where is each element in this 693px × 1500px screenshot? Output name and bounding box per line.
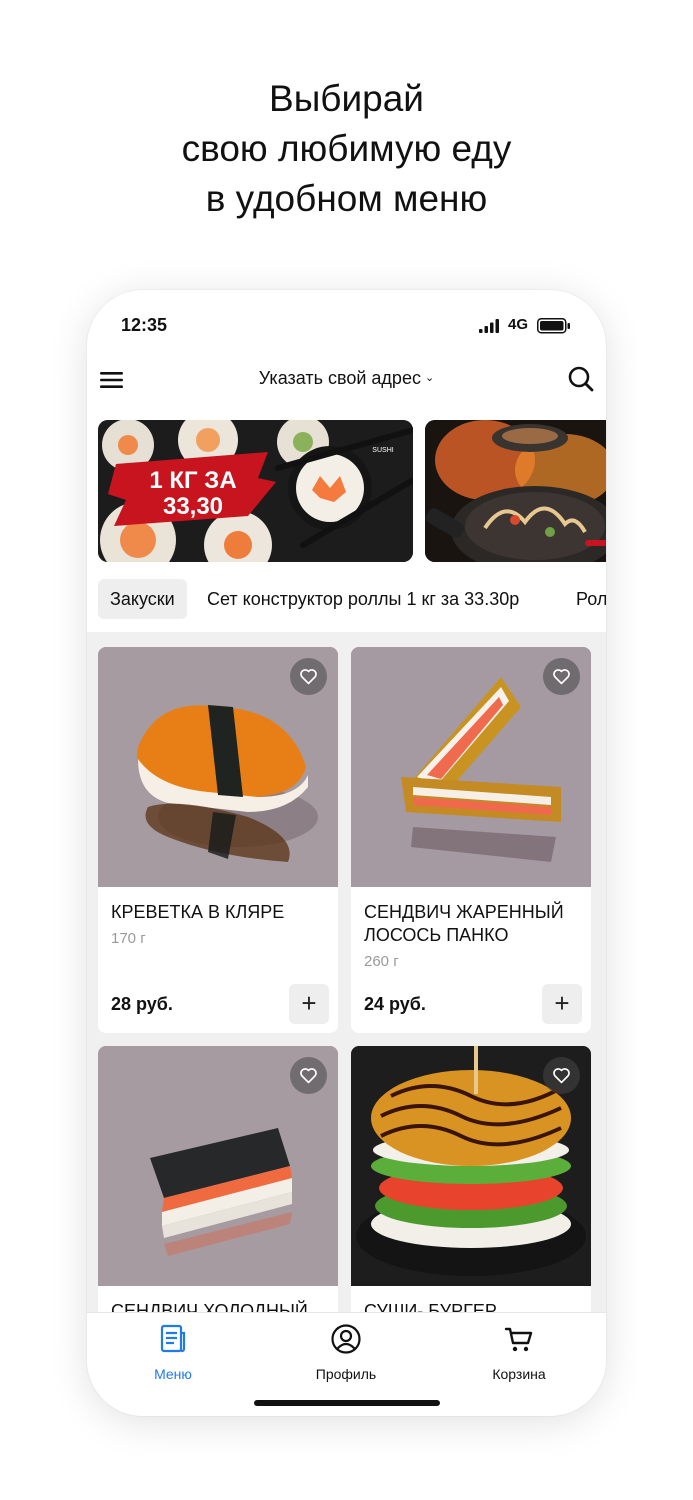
tab-cart-label: Корзина: [492, 1366, 546, 1382]
product-price: 28 руб.: [111, 994, 173, 1014]
product-card[interactable]: СЕНДВИЧ ХОЛОДНЫЙ: [98, 1046, 338, 1312]
favorite-button[interactable]: [290, 1057, 327, 1094]
heart-icon: [553, 1068, 570, 1084]
heart-icon: [553, 669, 570, 685]
product-card[interactable]: СЕНДВИЧ ЖАРЕННЫЙ ЛОСОСЬ ПАНКО 260 г 24 р…: [351, 647, 591, 1033]
promo-banners: 1 КГ ЗА 33,30 SUSHI: [98, 420, 606, 562]
headline-line-2: свою любимую еду: [181, 128, 512, 169]
product-name: КРЕВЕТКА В КЛЯРЕ: [111, 902, 285, 922]
banner-1-text-line-2: 33,30: [163, 493, 223, 520]
battery-icon: [537, 318, 570, 334]
category-tab-zakuski[interactable]: Закуски: [98, 579, 187, 619]
product-card[interactable]: СУШИ- БУРГЕР: [351, 1046, 591, 1312]
profile-icon: [331, 1324, 361, 1354]
heart-icon: [300, 1068, 317, 1084]
banner-1-text-line-1: 1 КГ ЗА: [149, 467, 236, 494]
favorite-button[interactable]: [290, 658, 327, 695]
category-tabs: Закуски Сет конструктор роллы 1 кг за 33…: [87, 578, 606, 622]
signal-icon: [479, 319, 499, 333]
promo-banner-1[interactable]: 1 КГ ЗА 33,30 SUSHI: [98, 420, 413, 562]
banner-2-image: [425, 420, 606, 562]
product-card[interactable]: КРЕВЕТКА В КЛЯРЕ 170 г 28 руб. +: [98, 647, 338, 1033]
promo-headline: Выбирай свою любимую еду в удобном меню: [0, 74, 693, 224]
banner-1-logo: SUSHI: [372, 447, 393, 454]
category-tab-rolls[interactable]: Рол: [576, 579, 606, 619]
heart-icon: [300, 669, 317, 685]
plus-icon: +: [301, 988, 317, 1018]
category-tab-set-constructor[interactable]: Сет конструктор роллы 1 кг за 33.30р: [207, 579, 519, 619]
status-bar: 12:35 4G: [87, 290, 606, 360]
chevron-down-icon: ⌄: [424, 372, 435, 384]
status-time: 12:35: [121, 315, 168, 335]
favorite-button[interactable]: [543, 1057, 580, 1094]
product-name: СУШИ- БУРГЕР: [364, 1301, 497, 1312]
menu-doc-icon: [160, 1324, 186, 1353]
add-to-cart-button[interactable]: +: [542, 984, 582, 1024]
product-grid: КРЕВЕТКА В КЛЯРЕ 170 г 28 руб. + СЕНДВИЧ…: [87, 632, 606, 1312]
tab-profile[interactable]: Профиль: [286, 1323, 406, 1382]
headline-line-3: в удобном меню: [205, 178, 488, 219]
home-indicator[interactable]: [254, 1400, 440, 1406]
phone-frame: 12:35 4G Указать свой адрес ⌄ 1 КГ ЗА 33…: [87, 290, 606, 1416]
address-label: Указать свой адрес: [258, 368, 421, 388]
tab-menu-label: Меню: [154, 1366, 192, 1382]
product-name: СЕНДВИЧ ЖАРЕННЫЙ ЛОСОСЬ ПАНКО: [364, 902, 564, 945]
banner-1-image: 1 КГ ЗА 33,30 SUSHI: [98, 420, 413, 562]
cart-icon: [504, 1327, 533, 1352]
tab-profile-label: Профиль: [315, 1366, 377, 1382]
product-weight: 170 г: [111, 930, 146, 947]
product-name: СЕНДВИЧ ХОЛОДНЫЙ: [111, 1301, 308, 1312]
plus-icon: +: [554, 988, 570, 1018]
product-weight: 260 г: [364, 953, 399, 970]
address-selector[interactable]: Указать свой адрес ⌄: [87, 368, 606, 389]
app-bar: Указать свой адрес ⌄: [87, 360, 606, 410]
headline-line-1: Выбирай: [269, 78, 424, 119]
promo-banner-2[interactable]: [425, 420, 606, 562]
network-type: 4G: [508, 316, 529, 333]
product-price: 24 руб.: [364, 994, 426, 1014]
add-to-cart-button[interactable]: +: [289, 984, 329, 1024]
tab-cart[interactable]: Корзина: [459, 1323, 579, 1382]
search-icon[interactable]: [567, 365, 595, 393]
favorite-button[interactable]: [543, 658, 580, 695]
tab-menu[interactable]: Меню: [113, 1323, 233, 1382]
